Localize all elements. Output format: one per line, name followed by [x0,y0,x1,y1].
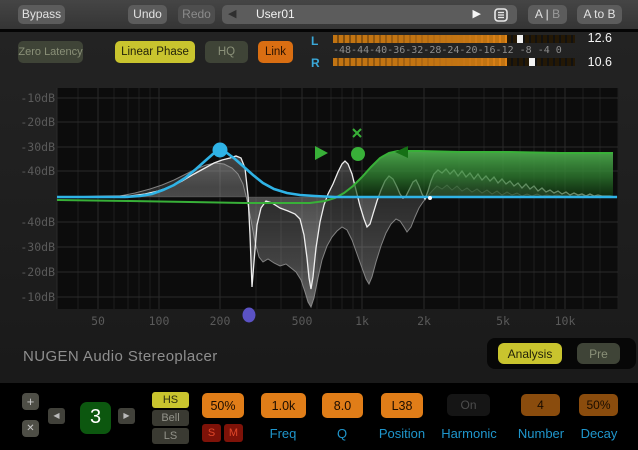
solo-button[interactable]: S [202,424,221,442]
freq-axis-label: 5k [496,314,510,328]
meter-right-value: 10.6 [572,55,612,69]
width-value-button[interactable]: 50% [202,393,244,418]
ab-a-label: A | [535,7,549,21]
band-number-display: 3 [80,402,111,434]
plugin-window: Bypass Undo Redo ◀ User01 ▶ A | B A to B… [0,0,638,450]
next-band-button[interactable]: ▶ [118,408,135,424]
zero-latency-button[interactable]: Zero Latency [18,41,83,63]
band-frequency-marker[interactable] [243,308,256,323]
freq-axis-label: 2k [417,314,431,328]
meter-left-label: L [311,34,318,48]
remove-band-button[interactable]: ✕ [22,420,39,437]
meter-left-fill [333,35,507,43]
analysis-group: Analysis Pre [487,338,636,369]
freq-axis-label: 10k [555,314,576,328]
freq-value-button[interactable]: 1.0k [261,393,306,418]
preset-menu-icon[interactable] [494,8,508,22]
hq-button[interactable]: HQ [205,41,248,63]
db-axis-label: -30dB [20,240,55,254]
decay-value-button[interactable]: 50% [579,394,618,416]
pre-button[interactable]: Pre [577,343,620,364]
freq-axis-label: 200 [210,314,231,328]
green-circle-handle[interactable] [351,147,365,161]
db-axis-label: -10dB [20,290,55,304]
freq-axis-label: 1k [355,314,369,328]
position-value-button[interactable]: L38 [381,393,423,418]
redo-button[interactable]: Redo [178,5,215,24]
meter-right-fill [333,58,507,66]
add-band-button[interactable]: + [22,393,39,410]
ab-compare-button[interactable]: A | B [528,5,567,24]
ab-b-label: B [552,7,560,21]
db-axis-label: -40dB [20,164,55,178]
meter-scale: -48-44-40-36-32-28-24-20-16-12 -8 -4 0 [333,45,578,56]
plugin-title: NUGEN Audio Stereoplacer [23,348,218,365]
meter-right-label: R [311,56,320,70]
band-gain-handle[interactable] [213,143,228,158]
divider [0,29,638,32]
preset-next-icon[interactable]: ▶ [473,5,481,24]
db-axis-label: -40dB [20,215,55,229]
freq-label: Freq [253,426,313,441]
freq-axis-label: 50 [91,314,105,328]
freq-axis-label: 500 [292,314,313,328]
mute-button[interactable]: M [224,424,243,442]
q-label: Q [312,426,372,441]
filter-ls-button[interactable]: LS [152,428,189,444]
filter-hs-button[interactable]: HS [152,392,189,408]
band-control-bar: + ✕ ◀ 3 ▶ HS Bell LS 50% S M 1.0k Freq 8… [0,383,638,450]
preset-name: User01 [256,5,295,24]
linear-phase-button[interactable]: Linear Phase [115,41,195,63]
prev-band-button[interactable]: ◀ [48,408,65,424]
meter-left [333,35,575,43]
analysis-dot [428,196,432,200]
analysis-button[interactable]: Analysis [498,343,562,364]
bypass-button[interactable]: Bypass [18,5,65,24]
undo-button[interactable]: Undo [128,5,167,24]
harmonic-toggle-button[interactable]: On [447,394,490,416]
meter-right [333,58,575,66]
preset-selector[interactable]: ◀ User01 ▶ [222,5,517,24]
harmonic-label: Harmonic [434,426,504,441]
q-value-button[interactable]: 8.0 [322,393,363,418]
meter-right-peak [529,58,535,66]
number-label: Number [511,426,571,441]
eq-graph-canvas[interactable]: -10dB -20dB -30dB -40dB -40dB -30dB -20dB -10dB… [0,85,638,330]
filter-bell-button[interactable]: Bell [152,410,189,426]
number-value-button[interactable]: 4 [521,394,560,416]
db-axis-label: -20dB [20,115,55,129]
position-label: Position [367,426,437,441]
freq-axis-label: 100 [149,314,170,328]
meter-left-value: 12.6 [572,31,612,45]
db-axis-label: -30dB [20,140,55,154]
title-bar: Bypass Undo Redo ◀ User01 ▶ A | B A to B [0,0,638,29]
meter-left-peak [517,35,523,43]
preset-prev-icon[interactable]: ◀ [228,5,236,24]
db-axis-label: -20dB [20,265,55,279]
decay-label: Decay [569,426,629,441]
db-axis-label: -10dB [20,91,55,105]
link-button[interactable]: Link [258,41,293,63]
a-to-b-button[interactable]: A to B [577,5,622,24]
